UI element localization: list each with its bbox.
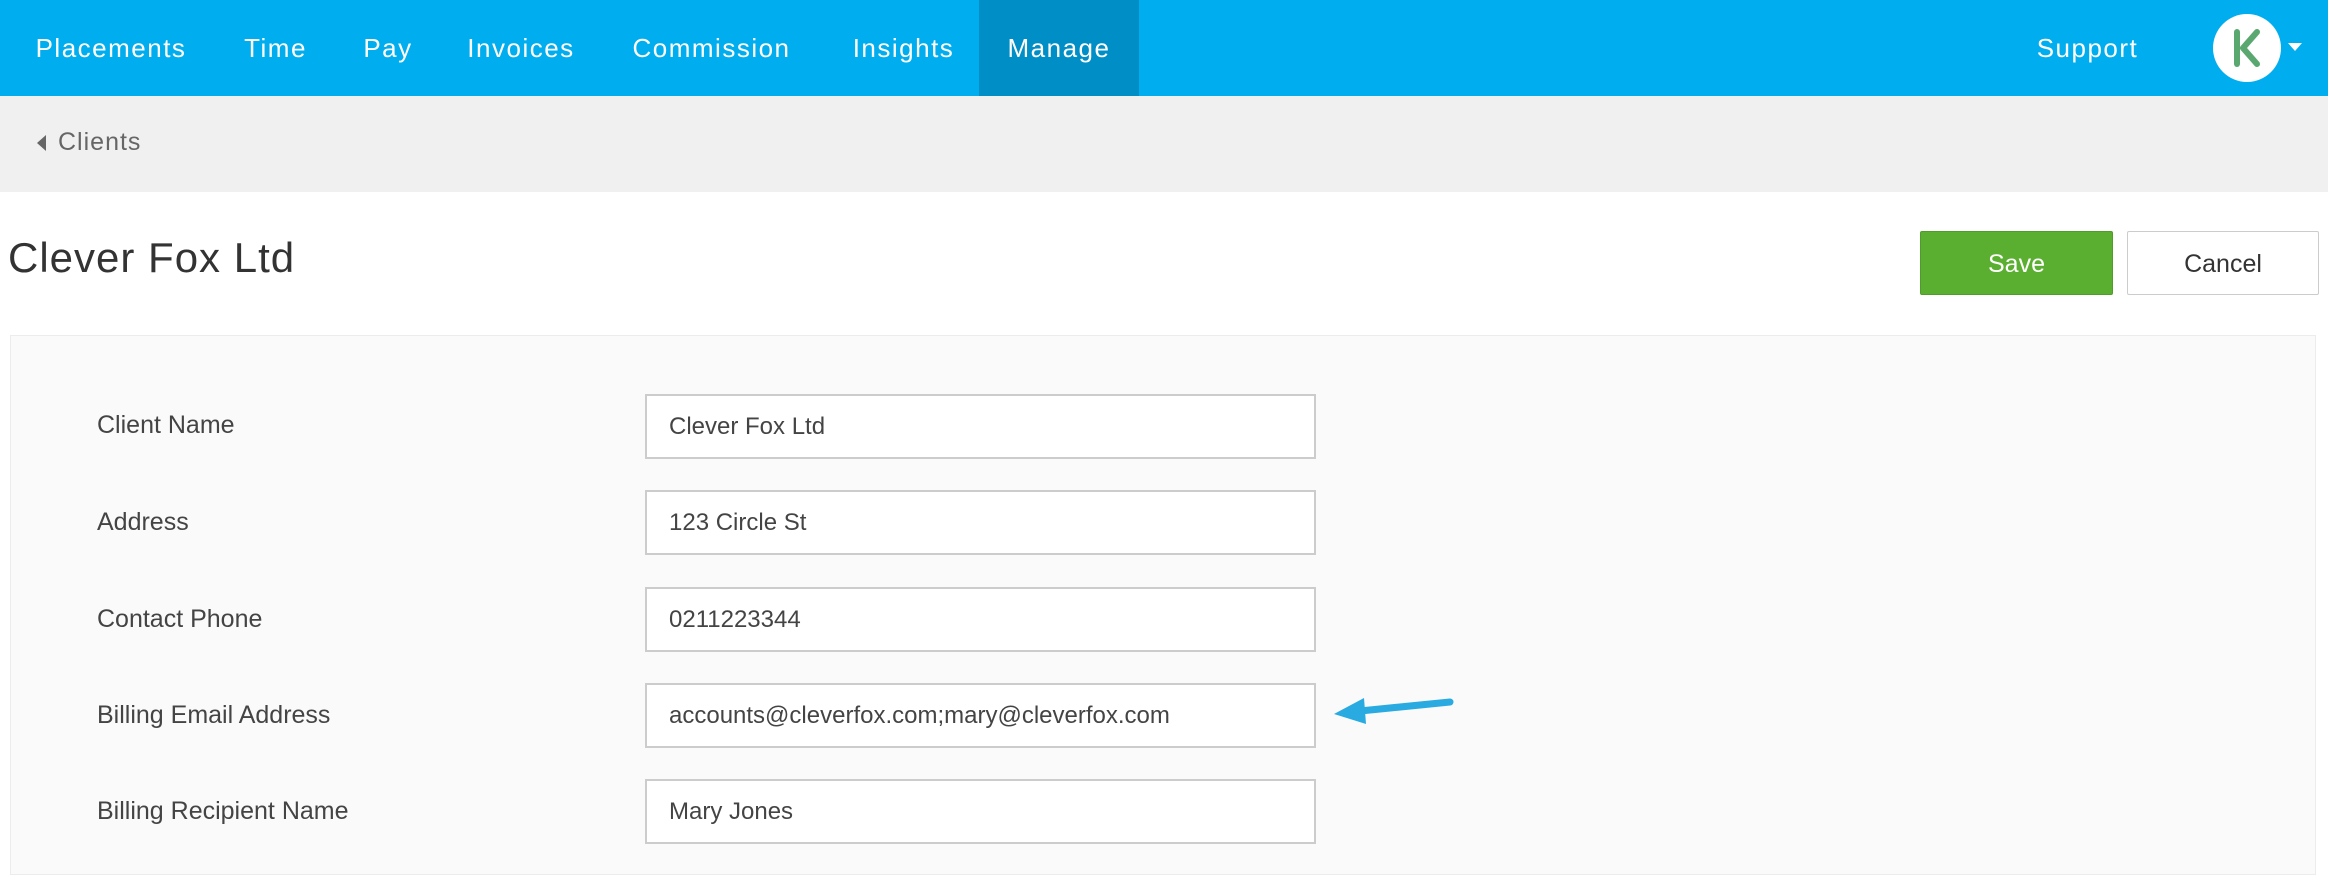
client-name-label: Client Name xyxy=(97,411,235,439)
cancel-button[interactable]: Cancel xyxy=(2127,231,2319,295)
contact-phone-input[interactable] xyxy=(645,587,1316,652)
billing-recipient-label: Billing Recipient Name xyxy=(97,797,349,825)
nav-support[interactable]: Support xyxy=(2010,0,2165,96)
avatar[interactable] xyxy=(2213,14,2281,82)
save-button[interactable]: Save xyxy=(1920,231,2113,295)
nav-invoices[interactable]: Invoices xyxy=(447,0,595,96)
nav-insights[interactable]: Insights xyxy=(828,0,979,96)
breadcrumb-clients-link[interactable]: Clients xyxy=(58,128,141,157)
chevron-left-icon[interactable] xyxy=(37,135,46,151)
billing-email-label: Billing Email Address xyxy=(97,701,331,729)
k-logo-icon xyxy=(2234,29,2260,67)
chevron-down-icon[interactable] xyxy=(2288,43,2302,51)
billing-email-input[interactable] xyxy=(645,683,1316,748)
address-label: Address xyxy=(97,508,189,536)
billing-recipient-input[interactable] xyxy=(645,779,1316,844)
breadcrumb xyxy=(0,96,2328,192)
page-title: Clever Fox Ltd xyxy=(8,234,296,281)
nav-placements[interactable]: Placements xyxy=(0,0,222,96)
nav-commission[interactable]: Commission xyxy=(595,0,828,96)
address-input[interactable] xyxy=(645,490,1316,555)
arrow-left-icon xyxy=(1334,698,1454,724)
contact-phone-label: Contact Phone xyxy=(97,605,263,633)
top-nav: Placements Time Pay Invoices Commission … xyxy=(0,0,2328,96)
client-name-input[interactable] xyxy=(645,394,1316,459)
nav-time[interactable]: Time xyxy=(222,0,329,96)
nav-manage[interactable]: Manage xyxy=(979,0,1139,96)
nav-pay[interactable]: Pay xyxy=(329,0,447,96)
